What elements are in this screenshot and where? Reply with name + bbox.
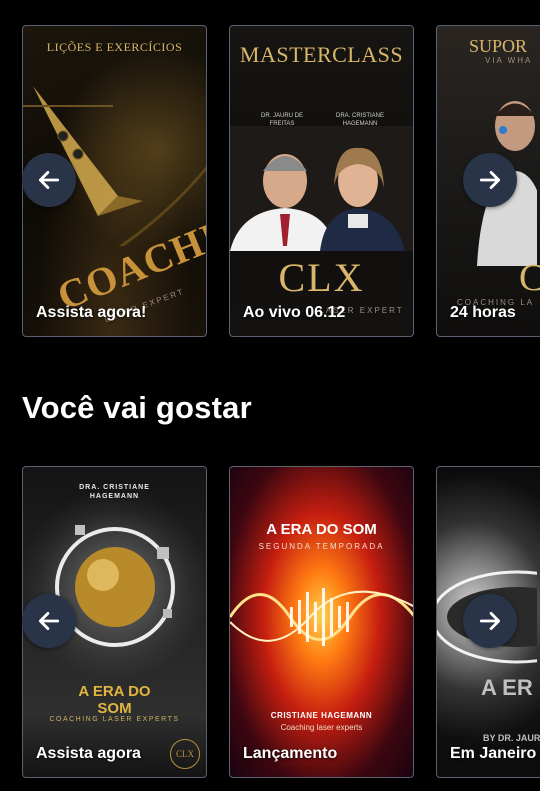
card-era-do-som-t2[interactable]: A ERA DO SOM SEGUNDA TEMPORADA CRISTIANE… [229, 466, 414, 778]
author-sub: Coaching laser experts [280, 723, 363, 732]
card-label: Assista agora! [36, 304, 147, 321]
card-label: Ao vivo 06.12 [243, 304, 346, 321]
carousel-next-button[interactable] [463, 153, 517, 207]
clx-logo: CLX [278, 255, 365, 300]
card-label: Assista agora [36, 745, 141, 762]
soundwave-art [230, 588, 413, 646]
card-title: MASTERCLASS [239, 42, 404, 67]
carousel-prev-button[interactable] [22, 153, 76, 207]
section-title: Você vai gostar [22, 390, 252, 425]
compass-needle-art [23, 86, 206, 246]
arrow-left-icon [38, 171, 60, 189]
card-masterclass[interactable]: MASTERCLASS DR. JAURU DE FREITAS DRA. CR… [229, 25, 414, 337]
card-subtitle: SEGUNDA TEMPORADA [258, 542, 385, 551]
card-title: A ERA DO SOM [78, 683, 151, 717]
author-name: CRISTIANE HAGEMANN [270, 711, 373, 720]
clx-logo: CL [519, 256, 540, 300]
card-title: A ERA DO SOM [266, 521, 377, 538]
card-title: A ER [481, 675, 533, 700]
arrow-right-icon [479, 171, 501, 189]
card-label: 24 horas [450, 304, 516, 321]
arrow-right-icon [479, 612, 501, 630]
speakers-photo [230, 126, 413, 251]
card-title: SUPOR [469, 36, 528, 56]
carousel-next-button[interactable] [463, 594, 517, 648]
carousel-prev-button[interactable] [22, 594, 76, 648]
card-label: Em Janeiro [450, 745, 537, 762]
carousel-voce-vai-gostar: DRA. CRISTIANE HAGEMANN A ERA DO SOM COA… [0, 466, 540, 778]
card-subtitle: VIA WHA [485, 56, 533, 65]
brand-sub: COACHING LASER EXPERTS [49, 716, 180, 723]
clx-badge: CLX [170, 739, 200, 769]
arrow-left-icon [38, 612, 60, 630]
carousel-featured: LIÇÕES E EXERCÍCIOS COACHING LASER EXPER… [0, 25, 540, 337]
card-author: DRA. CRISTIANE HAGEMANN [79, 484, 150, 500]
card-label: Lançamento [243, 745, 338, 762]
card-byline: BY DR. JAURU [483, 733, 540, 743]
